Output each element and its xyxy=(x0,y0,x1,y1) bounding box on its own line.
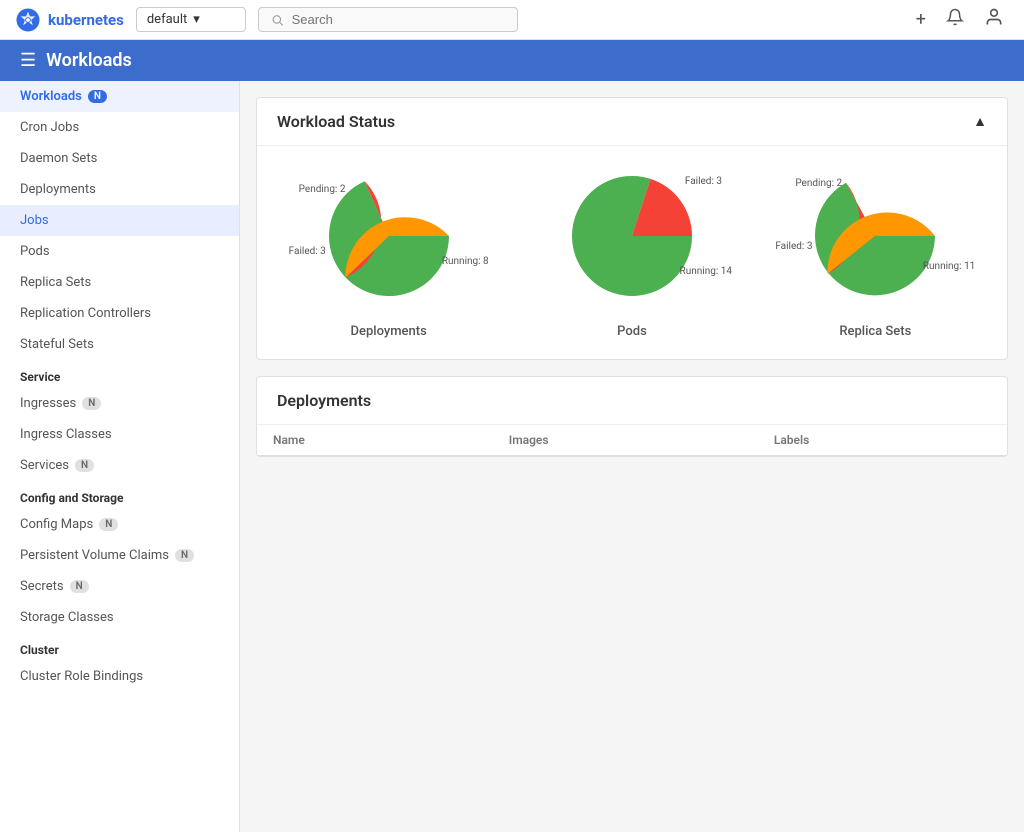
deployments-table: Name Images Labels xyxy=(257,425,1007,456)
ingress-classes-label: Ingress Classes xyxy=(20,427,112,442)
replicasets-pending-label: Pending: 2 xyxy=(795,178,842,189)
cron-jobs-label: Cron Jobs xyxy=(20,120,79,135)
sidebar-item-jobs[interactable]: Jobs xyxy=(0,205,239,236)
workload-status-title: Workload Status xyxy=(277,112,395,131)
pods-label: Pods xyxy=(20,244,50,259)
deployments-running-label: Running: 8 xyxy=(442,256,489,267)
config-maps-label: Config Maps xyxy=(20,517,93,532)
app-title: kubernetes xyxy=(48,11,124,29)
replicasets-running-label: Running: 11 xyxy=(923,261,975,272)
cluster-role-bindings-label: Cluster Role Bindings xyxy=(20,669,143,684)
pvc-badge: N xyxy=(175,549,194,562)
main-content: Workload Status ▲ xyxy=(240,81,1024,832)
sidebar-item-deployments[interactable]: Deployments xyxy=(0,174,239,205)
sidebar-item-pvc[interactable]: Persistent Volume Claims N xyxy=(0,540,239,571)
replica-sets-label: Replica Sets xyxy=(20,275,91,290)
pods-chart: Failed: 3 Running: 14 Pods xyxy=(542,156,722,339)
chevron-down-icon: ▾ xyxy=(193,12,200,27)
secrets-badge: N xyxy=(70,580,89,593)
sidebar-item-replication-controllers[interactable]: Replication Controllers xyxy=(0,298,239,329)
services-label: Services xyxy=(20,458,69,473)
add-button[interactable]: + xyxy=(912,5,930,34)
search-bar[interactable] xyxy=(258,7,518,32)
sidebar-item-daemon-sets[interactable]: Daemon Sets xyxy=(0,143,239,174)
services-badge: N xyxy=(75,459,94,472)
pods-failed-label: Failed: 3 xyxy=(685,176,722,187)
sidebar-item-workloads[interactable]: Workloads N xyxy=(0,81,239,112)
sidebar-item-ingress-classes[interactable]: Ingress Classes xyxy=(0,419,239,450)
sidebar-item-pods[interactable]: Pods xyxy=(0,236,239,267)
deployments-table-title: Deployments xyxy=(277,391,371,410)
pods-running-label: Running: 14 xyxy=(680,266,732,277)
workload-status-card: Workload Status ▲ xyxy=(256,97,1008,360)
layout: Workloads N Cron Jobs Daemon Sets Deploy… xyxy=(0,81,1024,832)
section-title: Workloads xyxy=(46,50,132,71)
pods-pie-chart xyxy=(562,166,702,306)
collapse-icon[interactable]: ▲ xyxy=(973,113,987,130)
jobs-label: Jobs xyxy=(20,213,49,228)
cluster-section-label: Cluster xyxy=(0,633,239,661)
pods-chart-label: Pods xyxy=(617,324,647,339)
logo: kubernetes xyxy=(16,8,124,32)
replicasets-chart: Pending: 2 Failed: 3 Running: 11 Replica… xyxy=(785,156,965,339)
sidebar-item-cron-jobs[interactable]: Cron Jobs xyxy=(0,112,239,143)
sidebar-item-storage-classes[interactable]: Storage Classes xyxy=(0,602,239,633)
stateful-sets-label: Stateful Sets xyxy=(20,337,94,352)
replication-controllers-label: Replication Controllers xyxy=(20,306,151,321)
ingresses-badge: N xyxy=(82,397,101,410)
charts-grid: Pending: 2 Failed: 3 Running: 8 Deployme… xyxy=(277,156,987,339)
deployments-table-card: Deployments Name Images Labels xyxy=(256,376,1008,457)
replicasets-failed-label: Failed: 3 xyxy=(775,241,812,252)
deployments-chart-label: Deployments xyxy=(351,324,427,339)
search-input[interactable] xyxy=(292,12,505,27)
storage-classes-label: Storage Classes xyxy=(20,610,114,625)
pvc-label: Persistent Volume Claims xyxy=(20,548,169,563)
section-header: ☰ Workloads xyxy=(0,40,1024,81)
col-images: Images xyxy=(493,425,758,456)
secrets-label: Secrets xyxy=(20,579,64,594)
workloads-label: Workloads xyxy=(20,89,82,104)
deployments-label: Deployments xyxy=(20,182,96,197)
col-labels: Labels xyxy=(758,425,1007,456)
k8s-logo-icon xyxy=(16,8,40,32)
sidebar: Workloads N Cron Jobs Daemon Sets Deploy… xyxy=(0,81,240,832)
sidebar-item-ingresses[interactable]: Ingresses N xyxy=(0,388,239,419)
config-section-label: Config and Storage xyxy=(0,481,239,509)
workload-status-body: Pending: 2 Failed: 3 Running: 8 Deployme… xyxy=(257,146,1007,359)
workload-status-header: Workload Status ▲ xyxy=(257,98,1007,146)
deployments-pending-label: Pending: 2 xyxy=(299,184,346,195)
daemon-sets-label: Daemon Sets xyxy=(20,151,97,166)
deployments-chart: Pending: 2 Failed: 3 Running: 8 Deployme… xyxy=(299,156,479,339)
topbar: kubernetes default ▾ + xyxy=(0,0,1024,40)
sidebar-item-secrets[interactable]: Secrets N xyxy=(0,571,239,602)
ingresses-label: Ingresses xyxy=(20,396,76,411)
service-section-label: Service xyxy=(0,360,239,388)
deployments-failed-label: Failed: 3 xyxy=(289,246,326,257)
namespace-value: default xyxy=(147,12,187,27)
search-icon xyxy=(271,13,284,27)
deployments-table-header: Deployments xyxy=(257,377,1007,425)
replicasets-chart-label: Replica Sets xyxy=(839,324,911,339)
sidebar-item-replica-sets[interactable]: Replica Sets xyxy=(0,267,239,298)
sidebar-item-config-maps[interactable]: Config Maps N xyxy=(0,509,239,540)
workloads-badge: N xyxy=(88,90,107,103)
config-maps-badge: N xyxy=(99,518,118,531)
sidebar-item-cluster-role-bindings[interactable]: Cluster Role Bindings xyxy=(0,661,239,692)
sidebar-item-services[interactable]: Services N xyxy=(0,450,239,481)
user-avatar-icon[interactable] xyxy=(980,3,1008,36)
col-name: Name xyxy=(257,425,493,456)
sidebar-item-stateful-sets[interactable]: Stateful Sets xyxy=(0,329,239,360)
namespace-selector[interactable]: default ▾ xyxy=(136,7,246,32)
notifications-icon[interactable] xyxy=(942,4,968,35)
hamburger-icon[interactable]: ☰ xyxy=(20,50,36,71)
